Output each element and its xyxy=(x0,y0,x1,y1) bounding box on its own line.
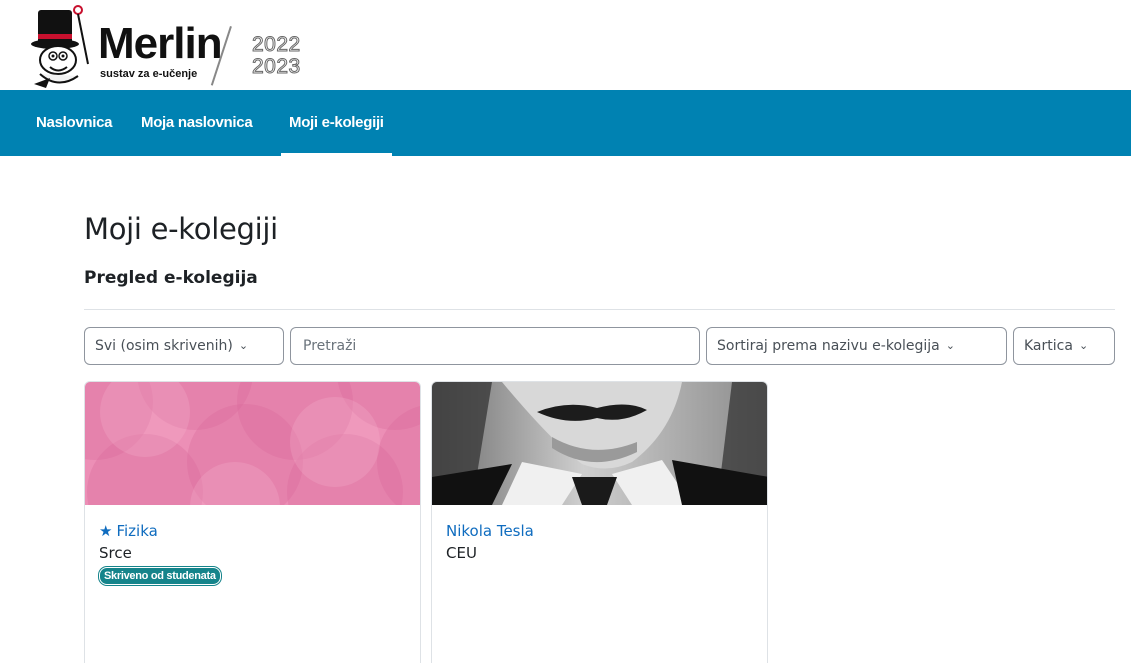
primary-navigation: Naslovnica Moja naslovnica Moji e-kolegi… xyxy=(0,90,1131,156)
course-card-nikola-tesla[interactable]: Nikola Tesla CEU xyxy=(431,381,768,663)
course-category: CEU xyxy=(446,544,477,562)
view-dropdown[interactable]: Kartica ⌄ xyxy=(1013,327,1115,365)
course-category: Srce xyxy=(99,544,132,562)
course-name: Fizika xyxy=(116,522,158,540)
chevron-down-icon: ⌄ xyxy=(238,339,249,352)
hidden-from-students-badge: Skriveno od studenata xyxy=(99,567,221,585)
nav-item-moji-e-kolegiji[interactable]: Moji e-kolegiji xyxy=(281,90,392,156)
course-link[interactable]: ★ Fizika xyxy=(99,520,406,542)
nav-item-moja-naslovnica[interactable]: Moja naslovnica xyxy=(141,90,253,156)
grouping-dropdown[interactable]: Svi (osim skrivenih) ⌄ xyxy=(84,327,284,365)
logo-year-top: 2022 xyxy=(252,33,301,56)
nav-item-naslovnica[interactable]: Naslovnica xyxy=(36,90,113,156)
sort-dropdown-label: Sortiraj prema nazivu e-kolegija xyxy=(717,338,940,354)
chevron-down-icon: ⌄ xyxy=(945,339,955,352)
course-link[interactable]: Nikola Tesla xyxy=(446,520,753,542)
grouping-dropdown-label: Svi (osim skrivenih) xyxy=(95,338,233,354)
course-card-body: ★ Fizika Srce Skriveno od studenata xyxy=(99,520,406,585)
chevron-down-icon: ⌄ xyxy=(1078,339,1089,352)
page-title: Moji e-kolegiji xyxy=(84,212,278,246)
course-image-pink-pattern[interactable] xyxy=(85,382,420,505)
page: Merlin sustav za e-učenje 2022 2023 Nasl… xyxy=(0,0,1131,663)
page-subtitle: Pregled e-kolegija xyxy=(84,268,258,288)
course-image-tesla-portrait[interactable] xyxy=(432,382,767,505)
course-card-fizika[interactable]: ★ Fizika Srce Skriveno od studenata xyxy=(84,381,421,663)
course-name: Nikola Tesla xyxy=(446,522,534,540)
merlin-mascot-icon xyxy=(31,5,89,88)
site-header: Merlin sustav za e-učenje 2022 2023 xyxy=(0,0,1131,90)
search-input[interactable] xyxy=(290,327,700,365)
sort-dropdown[interactable]: Sortiraj prema nazivu e-kolegija ⌄ xyxy=(706,327,1007,365)
logo-tagline: sustav za e-učenje xyxy=(100,68,198,80)
star-icon: ★ xyxy=(99,522,113,540)
view-dropdown-label: Kartica xyxy=(1024,338,1073,354)
logo-year-bottom: 2023 xyxy=(252,55,301,78)
section-divider xyxy=(84,309,1115,310)
site-logo[interactable]: Merlin sustav za e-učenje 2022 2023 xyxy=(30,4,330,90)
logo-brand-text: Merlin xyxy=(98,19,223,68)
course-card-body: Nikola Tesla CEU xyxy=(446,520,753,564)
